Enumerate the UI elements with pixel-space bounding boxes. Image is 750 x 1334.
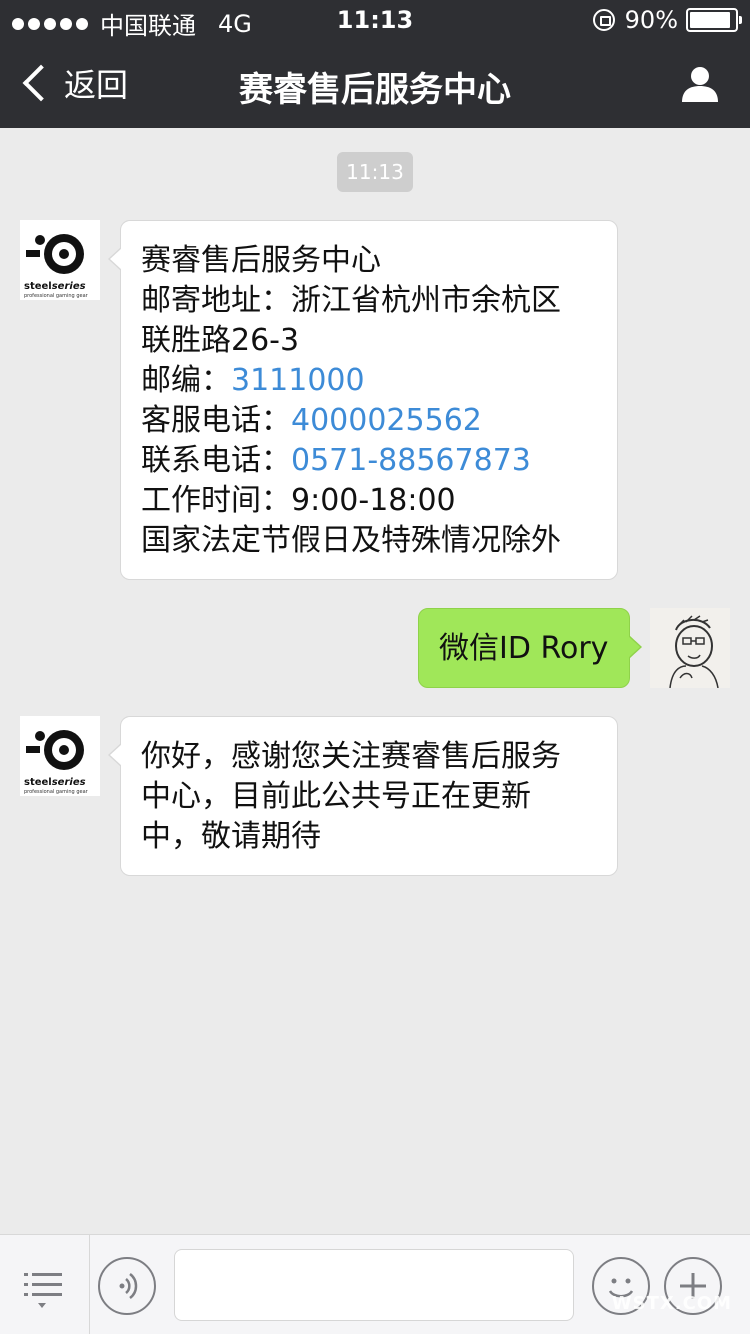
message-line: 赛睿售后服务中心 (141, 243, 381, 278)
person-icon[interactable] (680, 64, 720, 104)
input-bar (0, 1234, 750, 1334)
message-bubble-sent[interactable]: 微信ID Rory (418, 608, 642, 688)
service-avatar[interactable]: steelseries professional gaming gear (20, 220, 100, 300)
emoji-button[interactable] (592, 1257, 650, 1315)
battery-fill (690, 12, 730, 28)
contact-phone-label: 联系电话： (141, 443, 291, 478)
contact-phone-line: 联系电话：0571-88567873 (141, 441, 597, 481)
status-right: 90% (592, 6, 742, 34)
message-line: 国家法定节假日及特殊情况除外 (141, 523, 561, 558)
postcode-label: 邮编： (141, 363, 231, 398)
user-avatar[interactable] (650, 608, 730, 689)
service-avatar[interactable]: steelseries professional gaming gear (20, 716, 100, 796)
steelseries-logo-icon: steelseries professional gaming gear (24, 234, 89, 299)
message-line: 工作时间：9:00-18:00 (141, 483, 456, 518)
menu-button[interactable] (0, 1235, 90, 1334)
battery-percent: 90% (624, 6, 678, 34)
network-type: 4G (218, 9, 252, 38)
battery-icon (686, 8, 742, 32)
postcode-link[interactable]: 3111000 (231, 363, 365, 398)
sketch-portrait-icon (650, 608, 730, 689)
message-line: 中，敬请期待 (141, 819, 321, 854)
message-line: 联胜路26-3 (141, 323, 300, 358)
plus-icon (680, 1273, 706, 1299)
svg-text:professional gaming gear: professional gaming gear (24, 789, 89, 795)
message-bubble-service[interactable]: 赛睿售后服务中心 邮寄地址：浙江省杭州市余杭区 联胜路26-3 邮编：31110… (108, 220, 618, 580)
postcode-line: 邮编：3111000 (141, 361, 597, 401)
svg-text:steelseries: steelseries (24, 281, 86, 292)
voice-button[interactable] (98, 1257, 156, 1315)
voice-icon (119, 1273, 138, 1299)
message-bubble-service[interactable]: 你好，感谢您关注赛睿售后服务 中心，目前此公共号正在更新 中，敬请期待 (108, 716, 618, 876)
carrier-name: 中国联通 (100, 12, 196, 40)
service-phone-line: 客服电话：4000025562 (141, 401, 597, 441)
message-line: 中心，目前此公共号正在更新 (141, 779, 531, 814)
message-input[interactable] (174, 1249, 574, 1321)
page-title: 赛睿售后服务中心 (239, 70, 511, 110)
message-line: 微信ID Rory (439, 631, 609, 666)
signal-strength-icon (12, 17, 88, 30)
message-line: 邮寄地址：浙江省杭州市余杭区 (141, 283, 561, 318)
status-left: 中国联通 4G (12, 6, 252, 41)
rotation-lock-icon (592, 9, 615, 31)
contact-phone-link[interactable]: 0571-88567873 (291, 443, 531, 478)
chat-timestamp: 11:13 (337, 152, 413, 192)
nav-bar: 返回 赛睿售后服务中心 (0, 40, 750, 128)
emoji-icon (608, 1278, 634, 1298)
svg-text:steelseries: steelseries (24, 777, 86, 788)
service-phone-link[interactable]: 4000025562 (291, 403, 482, 438)
plus-button[interactable] (664, 1257, 722, 1315)
list-menu-icon (24, 1273, 62, 1308)
message-line: 你好，感谢您关注赛睿售后服务 (141, 739, 561, 774)
svg-text:professional gaming gear: professional gaming gear (24, 293, 89, 299)
service-phone-label: 客服电话： (141, 403, 291, 438)
steelseries-logo-icon: steelseries professional gaming gear (24, 730, 89, 795)
status-bar: 中国联通 4G 11:13 90% (0, 0, 750, 40)
